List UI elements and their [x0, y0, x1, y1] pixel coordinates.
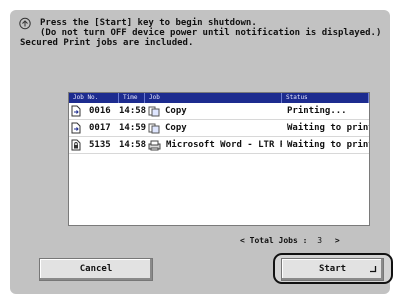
- job-table-header: Job No. Time Job Status: [69, 93, 369, 103]
- pc-print-job-icon: [148, 140, 161, 150]
- table-row[interactable]: 0017 14:59 Copy Waiting to print..: [69, 120, 369, 137]
- job-no: 5135: [89, 140, 111, 150]
- job-status: Waiting to print..: [287, 123, 369, 133]
- header-job: Job: [145, 93, 282, 103]
- shutdown-screen: Press the [Start] key to begin shutdown.…: [10, 10, 393, 294]
- copy-job-icon: [148, 123, 160, 133]
- job-name: Copy: [165, 123, 187, 133]
- job-no: 0016: [89, 106, 111, 116]
- total-jobs-label: < Total Jobs :: [240, 236, 308, 245]
- message-line-2: (Do not turn OFF device power until noti…: [40, 28, 382, 38]
- start-button[interactable]: Start: [281, 258, 384, 281]
- header-time: Time: [119, 93, 145, 103]
- job-status: Waiting to print..: [287, 140, 369, 150]
- total-jobs: < Total Jobs : 3 >: [240, 236, 340, 245]
- header-status: Status: [282, 93, 369, 103]
- shutdown-message: Press the [Start] key to begin shutdown.…: [19, 17, 382, 48]
- table-row[interactable]: 0016 14:58 Copy Printing...: [69, 103, 369, 120]
- job-name: Copy: [165, 106, 187, 116]
- job-no: 0017: [89, 123, 111, 133]
- document-arrow-icon: [71, 105, 81, 117]
- job-time: 14:59: [119, 123, 147, 133]
- table-row[interactable]: 5135 14:58 Microsoft Word - LTR P Waitin…: [69, 137, 369, 154]
- document-arrow-icon: [71, 122, 81, 134]
- message-line-3: Secured Print jobs are included.: [20, 38, 194, 48]
- header-job-no: Job No.: [69, 93, 119, 103]
- total-jobs-count: 3: [317, 236, 323, 245]
- info-icon: [19, 17, 31, 30]
- job-name: Microsoft Word - LTR P: [166, 140, 282, 150]
- enter-icon: [370, 266, 377, 273]
- job-time: 14:58: [119, 140, 147, 150]
- total-jobs-suffix: >: [334, 236, 340, 245]
- job-status: Printing...: [287, 106, 347, 116]
- message-line-1: Press the [Start] key to begin shutdown.: [40, 18, 257, 28]
- job-time: 14:58: [119, 106, 147, 116]
- start-button-frame: Start: [273, 253, 393, 284]
- start-button-label: Start: [318, 264, 347, 274]
- cancel-button[interactable]: Cancel: [39, 258, 153, 281]
- copy-job-icon: [148, 106, 160, 116]
- job-list-panel: Job No. Time Job Status 0016 14:58 Copy …: [68, 92, 370, 226]
- secured-document-icon: [71, 139, 81, 151]
